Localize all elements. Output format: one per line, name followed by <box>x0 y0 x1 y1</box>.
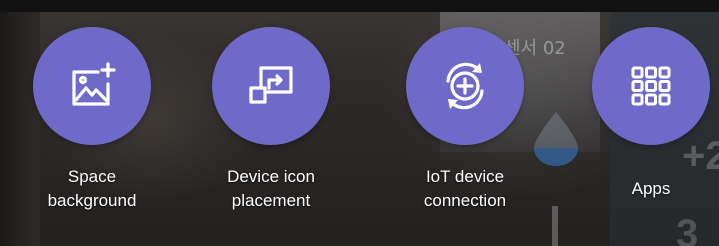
top-strip <box>0 0 719 12</box>
device-icon-placement-action[interactable]: Device icon placement <box>201 27 341 213</box>
apps-grid-icon <box>631 66 671 106</box>
apps-action[interactable]: Apps <box>581 27 719 201</box>
add-image-icon <box>72 62 116 106</box>
home-background: 센서 02 +2 3 Space background Device icon … <box>0 0 719 246</box>
space-background-button[interactable] <box>33 27 151 145</box>
add-device-sync-icon <box>446 62 484 110</box>
space-background-label: Space background <box>22 165 162 213</box>
space-background-label-line1: Space <box>67 167 117 186</box>
water-drop-icon <box>534 112 578 166</box>
device-icon-placement-label-line1: Device icon <box>227 167 315 186</box>
apps-label: Apps <box>581 177 719 201</box>
space-background-label-line2: background <box>47 191 137 210</box>
device-icon-placement-label-line2: placement <box>231 191 311 210</box>
iot-device-connection-action[interactable]: IoT device connection <box>395 27 535 213</box>
iot-device-connection-label-line1: IoT device <box>425 167 505 186</box>
iot-device-connection-label: IoT device connection <box>395 165 535 213</box>
iot-device-connection-button[interactable] <box>406 27 524 145</box>
background-reading-2: 3 <box>676 212 699 246</box>
apps-button[interactable] <box>592 27 710 145</box>
iot-device-connection-label-line2: connection <box>423 191 507 210</box>
space-background-action[interactable]: Space background <box>22 27 162 213</box>
device-icon-placement-button[interactable] <box>212 27 330 145</box>
apps-label-line1: Apps <box>631 179 671 198</box>
device-placement-icon <box>249 66 293 104</box>
device-icon-placement-label: Device icon placement <box>201 165 341 213</box>
background-bar <box>552 206 558 246</box>
